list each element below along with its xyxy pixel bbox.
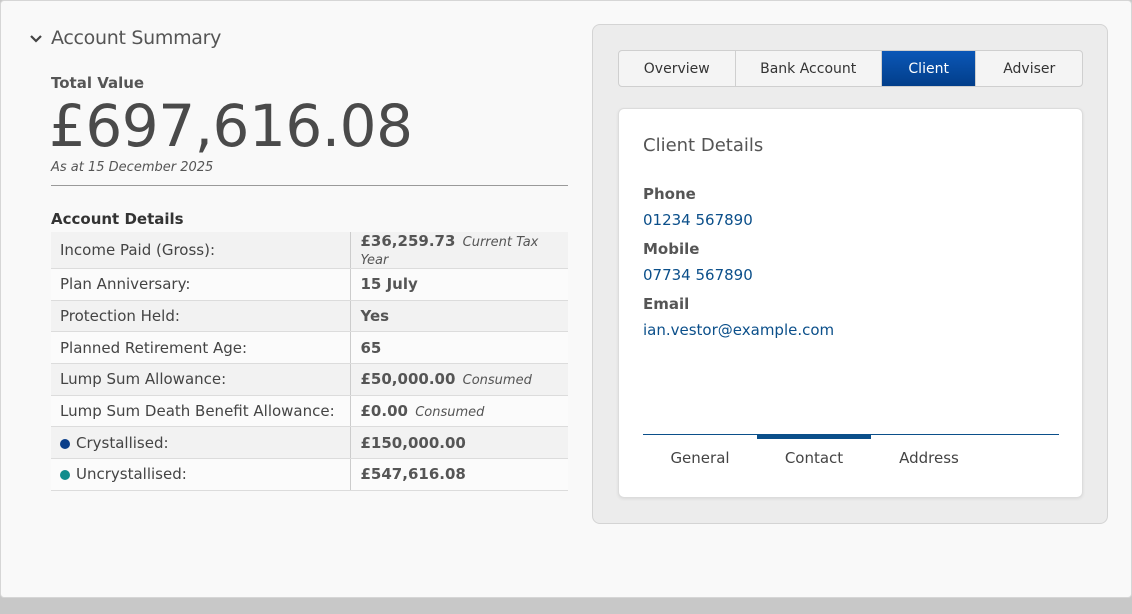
subtab-contact[interactable]: Contact bbox=[757, 434, 871, 475]
subtab-general[interactable]: General bbox=[643, 435, 757, 475]
table-row: Crystallised: £150,000.00 bbox=[51, 426, 568, 460]
total-value-label: Total Value bbox=[51, 74, 145, 92]
card-title: Client Details bbox=[643, 135, 764, 156]
mobile-link[interactable]: 07734 567890 bbox=[643, 266, 753, 284]
table-row: Income Paid (Gross): £36,259.73 Current … bbox=[51, 232, 568, 269]
row-label: Crystallised: bbox=[51, 426, 351, 460]
as-at-date: As at 15 December 2025 bbox=[51, 160, 214, 175]
row-value: £0.00 Consumed bbox=[350, 395, 568, 428]
uncrystallised-dot-icon bbox=[60, 470, 70, 481]
account-summary-toggle[interactable]: Account Summary bbox=[29, 27, 221, 49]
account-details-table: Income Paid (Gross): £36,259.73 Current … bbox=[51, 232, 568, 491]
table-row: Uncrystallised: £547,616.08 bbox=[51, 458, 568, 491]
subtab-address[interactable]: Address bbox=[872, 435, 986, 475]
info-tabs: Overview Bank Account Client Adviser bbox=[618, 50, 1083, 87]
row-note: Consumed bbox=[462, 373, 532, 389]
email-link[interactable]: ian.vestor@example.com bbox=[643, 321, 834, 339]
tab-client[interactable]: Client bbox=[881, 51, 977, 86]
row-label: Uncrystallised: bbox=[51, 458, 351, 491]
row-label: Lump Sum Allowance: bbox=[51, 363, 351, 396]
row-note: Consumed bbox=[415, 405, 485, 421]
account-details-heading: Account Details bbox=[51, 210, 184, 228]
client-subtabs: General Contact Address bbox=[643, 434, 1059, 474]
row-value: £150,000.00 bbox=[350, 426, 568, 460]
divider bbox=[51, 185, 568, 186]
mobile-label: Mobile bbox=[643, 240, 700, 258]
tab-adviser[interactable]: Adviser bbox=[976, 51, 1082, 86]
table-row: Plan Anniversary: 15 July bbox=[51, 268, 568, 301]
row-value: 15 July bbox=[350, 268, 568, 301]
crystallised-dot-icon bbox=[60, 438, 70, 449]
row-value: £50,000.00 Consumed bbox=[350, 363, 568, 396]
row-value: £36,259.73 Current Tax Year bbox=[350, 232, 568, 269]
row-value: Yes bbox=[350, 300, 568, 333]
info-panel: Overview Bank Account Client Adviser Cli… bbox=[592, 24, 1108, 524]
tab-bank-account[interactable]: Bank Account bbox=[736, 51, 882, 86]
account-summary-title: Account Summary bbox=[51, 27, 222, 49]
row-label: Protection Held: bbox=[51, 300, 351, 333]
phone-label: Phone bbox=[643, 185, 696, 203]
chevron-down-icon bbox=[29, 31, 43, 45]
row-value: 65 bbox=[350, 331, 568, 365]
tab-overview[interactable]: Overview bbox=[619, 51, 736, 86]
account-summary-page: Account Summary Total Value £697,616.08 … bbox=[0, 0, 1132, 598]
row-label: Plan Anniversary: bbox=[51, 268, 351, 301]
phone-link[interactable]: 01234 567890 bbox=[643, 211, 753, 229]
table-row: Lump Sum Allowance: £50,000.00 Consumed bbox=[51, 363, 568, 396]
row-label: Income Paid (Gross): bbox=[51, 232, 351, 269]
row-label: Lump Sum Death Benefit Allowance: bbox=[51, 395, 351, 428]
email-label: Email bbox=[643, 295, 690, 313]
row-value: £547,616.08 bbox=[350, 458, 568, 491]
total-value: £697,616.08 bbox=[49, 92, 413, 160]
table-row: Protection Held: Yes bbox=[51, 300, 568, 333]
client-details-card: Client Details Phone 01234 567890 Mobile… bbox=[618, 108, 1083, 498]
table-row: Lump Sum Death Benefit Allowance: £0.00 … bbox=[51, 395, 568, 428]
table-row: Planned Retirement Age: 65 bbox=[51, 331, 568, 365]
row-label: Planned Retirement Age: bbox=[51, 331, 351, 365]
